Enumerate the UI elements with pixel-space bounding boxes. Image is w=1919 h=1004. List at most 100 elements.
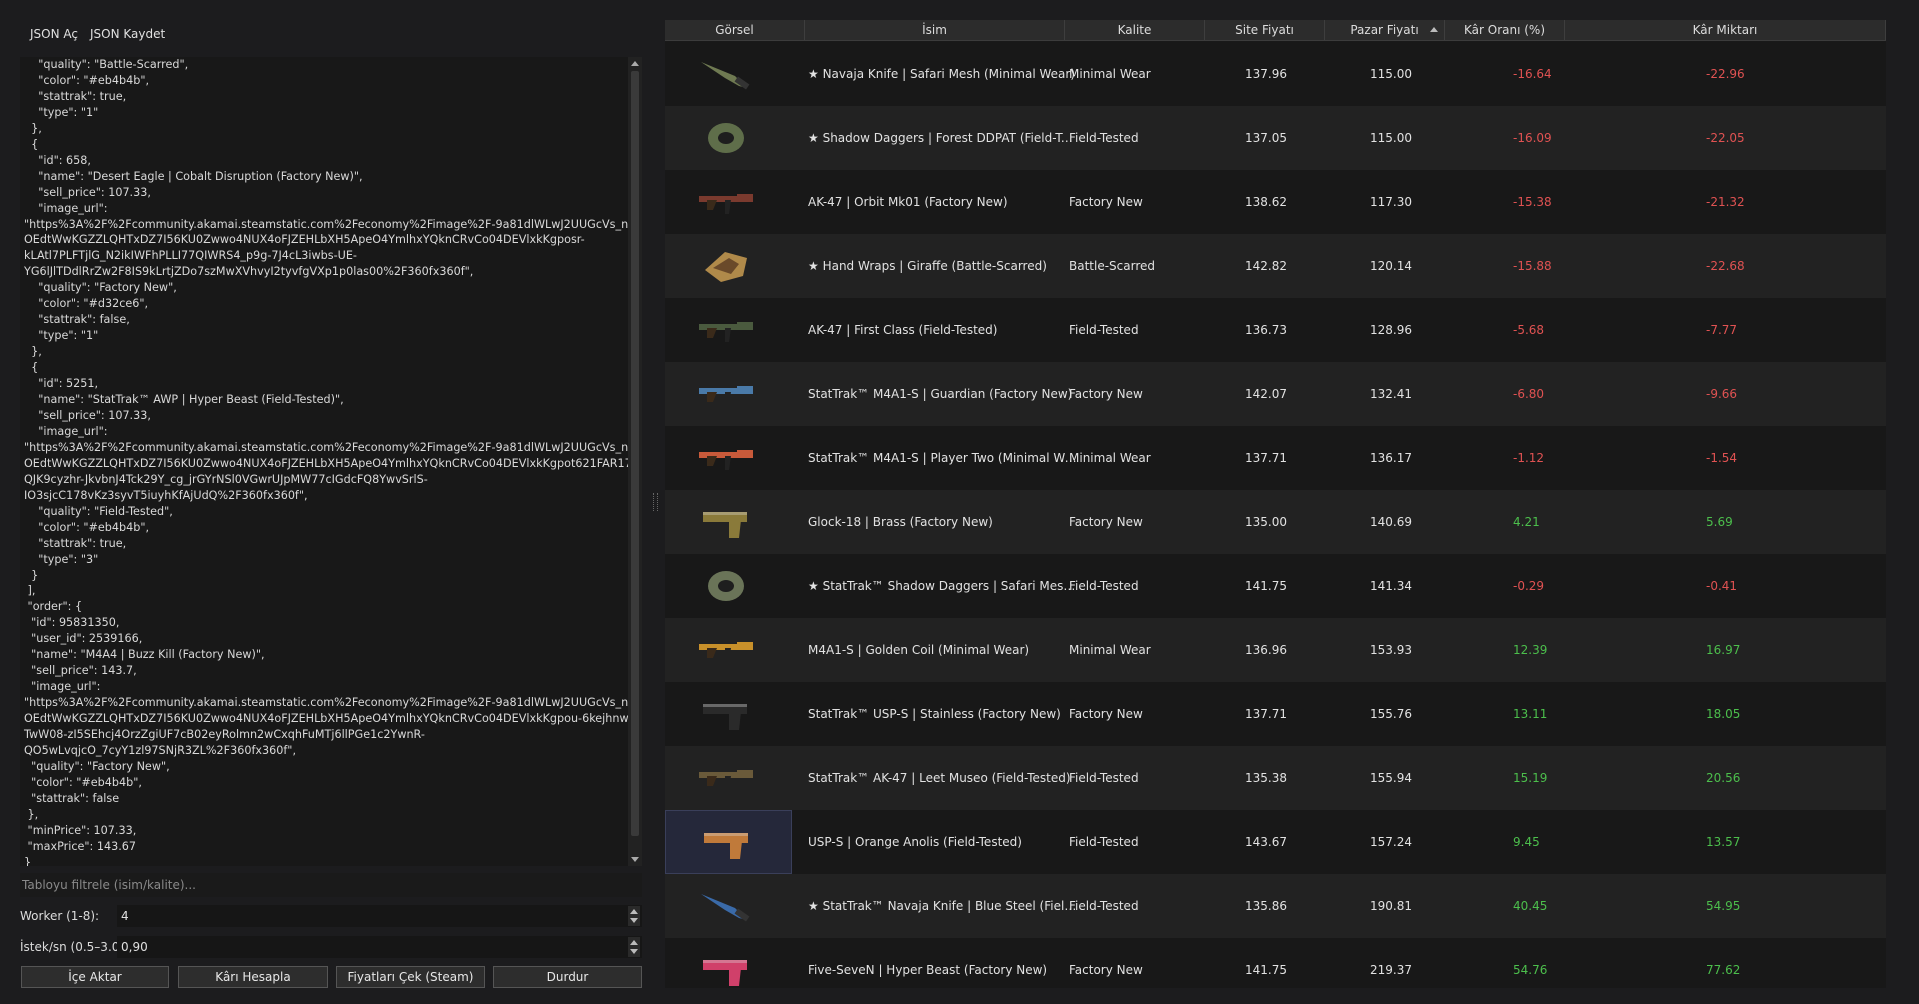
- market-price-cell[interactable]: 155.76: [1370, 682, 1530, 746]
- json-line[interactable]: "sell_price": 107.33,: [24, 408, 642, 424]
- item-image-cell[interactable]: [665, 682, 792, 746]
- scroll-up-icon[interactable]: [631, 61, 639, 66]
- json-line[interactable]: "id": 658,: [24, 153, 642, 169]
- json-line[interactable]: "stattrak": true,: [24, 89, 642, 105]
- quality-cell[interactable]: Field-Tested: [1069, 298, 1209, 362]
- market-price-cell[interactable]: 136.17: [1370, 426, 1530, 490]
- table-row[interactable]: StatTrak™ M4A1-S | Guardian (Factory New…: [665, 362, 1886, 426]
- table-row[interactable]: ★ Shadow Daggers | Forest DDPAT (Field-T…: [665, 106, 1886, 170]
- item-name-cell[interactable]: Five-SeveN | Hyper Beast (Factory New): [808, 938, 1078, 988]
- worker-stepper[interactable]: [628, 906, 640, 926]
- worker-value[interactable]: 4: [121, 909, 129, 923]
- json-line[interactable]: "user_id": 2539166,: [24, 631, 642, 647]
- profit-amount-cell[interactable]: 16.97: [1706, 618, 1866, 682]
- quality-cell[interactable]: Factory New: [1069, 170, 1209, 234]
- json-line[interactable]: "https%3A%2F%2Fcommunity.akamai.steamsta…: [24, 217, 642, 233]
- quality-cell[interactable]: Minimal Wear: [1069, 426, 1209, 490]
- item-image-cell[interactable]: [665, 426, 792, 490]
- quality-cell[interactable]: Field-Tested: [1069, 746, 1209, 810]
- market-price-cell[interactable]: 219.37: [1370, 938, 1530, 988]
- profit-amount-cell[interactable]: -22.68: [1706, 234, 1866, 298]
- rate-stepper[interactable]: [628, 937, 640, 957]
- table-row[interactable]: Glock-18 | Brass (Factory New) Factory Ne…: [665, 490, 1886, 554]
- json-line[interactable]: "color": "#eb4b4b",: [24, 520, 642, 536]
- market-price-cell[interactable]: 117.30: [1370, 170, 1530, 234]
- col-header-site-price[interactable]: Site Fiyatı: [1205, 20, 1325, 40]
- market-price-cell[interactable]: 120.14: [1370, 234, 1530, 298]
- json-line[interactable]: "image_url":: [24, 424, 642, 440]
- stepper-down-icon[interactable]: [630, 918, 638, 923]
- json-line[interactable]: "quality": "Factory New",: [24, 759, 642, 775]
- stepper-up-icon[interactable]: [630, 909, 638, 914]
- item-image-cell[interactable]: [665, 618, 792, 682]
- profit-amount-cell[interactable]: 13.57: [1706, 810, 1866, 874]
- table-row[interactable]: M4A1-S | Golden Coil (Minimal Wear) Minim…: [665, 618, 1886, 682]
- item-image-cell[interactable]: [665, 874, 792, 938]
- json-line[interactable]: OEdtWwKGZZLQHTxDZ7I56KU0Zwwo4NUX4oFJZEHL…: [24, 232, 642, 248]
- quality-cell[interactable]: Factory New: [1069, 938, 1209, 988]
- editor-scrollbar[interactable]: [628, 57, 642, 866]
- item-image-cell[interactable]: [665, 170, 792, 234]
- item-image-cell[interactable]: [665, 106, 792, 170]
- item-name-cell[interactable]: M4A1-S | Golden Coil (Minimal Wear): [808, 618, 1078, 682]
- profit-amount-cell[interactable]: -7.77: [1706, 298, 1866, 362]
- quality-cell[interactable]: Factory New: [1069, 490, 1209, 554]
- table-row[interactable]: ★ Hand Wraps | Giraffe (Battle-Scarred) B…: [665, 234, 1886, 298]
- col-header-market-price[interactable]: Pazar Fiyatı: [1325, 20, 1445, 40]
- stepper-up-icon[interactable]: [630, 940, 638, 945]
- quality-cell[interactable]: Field-Tested: [1069, 106, 1209, 170]
- json-editor[interactable]: "quality": "Battle-Scarred", "color": "#…: [20, 57, 642, 866]
- profit-amount-cell[interactable]: 18.05: [1706, 682, 1866, 746]
- col-header-image[interactable]: Görsel: [665, 20, 805, 40]
- json-line[interactable]: },: [24, 344, 642, 360]
- profit-ratio-cell[interactable]: 13.11: [1513, 682, 1673, 746]
- stop-button[interactable]: Durdur: [493, 966, 642, 988]
- json-line[interactable]: "quality": "Field-Tested",: [24, 504, 642, 520]
- item-name-cell[interactable]: ★ StatTrak™ Navaja Knife | Blue Steel (F…: [808, 874, 1078, 938]
- profit-amount-cell[interactable]: -9.66: [1706, 362, 1866, 426]
- json-line[interactable]: "quality": "Factory New",: [24, 280, 642, 296]
- item-name-cell[interactable]: AK-47 | Orbit Mk01 (Factory New): [808, 170, 1078, 234]
- json-line[interactable]: ],: [24, 583, 642, 599]
- json-line[interactable]: QO5wLvqjcO_7cyY1zl97SNjR3ZL%2F360fx360f"…: [24, 743, 642, 759]
- save-json-button[interactable]: JSON Kaydet: [90, 27, 165, 41]
- item-image-cell[interactable]: [665, 234, 792, 298]
- profit-ratio-cell[interactable]: 9.45: [1513, 810, 1673, 874]
- profit-ratio-cell[interactable]: -1.12: [1513, 426, 1673, 490]
- quality-cell[interactable]: Field-Tested: [1069, 874, 1209, 938]
- profit-amount-cell[interactable]: -1.54: [1706, 426, 1866, 490]
- market-price-cell[interactable]: 132.41: [1370, 362, 1530, 426]
- json-editor-text[interactable]: "quality": "Battle-Scarred", "color": "#…: [20, 57, 642, 866]
- json-line[interactable]: "type": "1": [24, 105, 642, 121]
- item-name-cell[interactable]: USP-S | Orange Anolis (Field-Tested): [808, 810, 1078, 874]
- col-header-profit-amount[interactable]: Kâr Miktarı: [1565, 20, 1886, 40]
- profit-ratio-cell[interactable]: -15.38: [1513, 170, 1673, 234]
- market-price-cell[interactable]: 157.24: [1370, 810, 1530, 874]
- item-image-cell[interactable]: [665, 938, 792, 988]
- table-row[interactable]: ★ Navaja Knife | Safari Mesh (Minimal We…: [665, 42, 1886, 106]
- json-line[interactable]: "maxPrice": 143.67: [24, 839, 642, 855]
- json-line[interactable]: "stattrak": false,: [24, 312, 642, 328]
- json-line[interactable]: QJK9cyzhr-JkvbnJ4Tck29Y_cg_jrGYrNSl0VGwr…: [24, 472, 642, 488]
- json-line[interactable]: "type": "3": [24, 552, 642, 568]
- calculate-profit-button[interactable]: Kârı Hesapla: [178, 966, 328, 988]
- json-line[interactable]: }: [24, 568, 642, 584]
- import-button[interactable]: İçe Aktar: [21, 966, 169, 988]
- profit-amount-cell[interactable]: -0.41: [1706, 554, 1866, 618]
- market-price-cell[interactable]: 128.96: [1370, 298, 1530, 362]
- profit-amount-cell[interactable]: -22.05: [1706, 106, 1866, 170]
- profit-ratio-cell[interactable]: -0.29: [1513, 554, 1673, 618]
- profit-amount-cell[interactable]: -22.96: [1706, 42, 1866, 106]
- json-line[interactable]: "order": {: [24, 599, 642, 615]
- item-image-cell[interactable]: [665, 298, 792, 362]
- col-header-quality[interactable]: Kalite: [1065, 20, 1205, 40]
- col-header-profit-ratio[interactable]: Kâr Oranı (%): [1445, 20, 1565, 40]
- json-line[interactable]: "name": "M4A4 | Buzz Kill (Factory New)"…: [24, 647, 642, 663]
- profit-ratio-cell[interactable]: 4.21: [1513, 490, 1673, 554]
- quality-cell[interactable]: Factory New: [1069, 362, 1209, 426]
- table-row[interactable]: AK-47 | Orbit Mk01 (Factory New) Factory …: [665, 170, 1886, 234]
- market-price-cell[interactable]: 153.93: [1370, 618, 1530, 682]
- json-line[interactable]: IO3sjcC178vKz3syvT5iuyhKfAjUdQ%2F360fx36…: [24, 488, 642, 504]
- json-line[interactable]: "name": "Desert Eagle | Cobalt Disruptio…: [24, 169, 642, 185]
- json-line[interactable]: kLAtl7PLFTjlG_N2ikIWFhPLLI77QIWRS4_p9g-7…: [24, 248, 642, 264]
